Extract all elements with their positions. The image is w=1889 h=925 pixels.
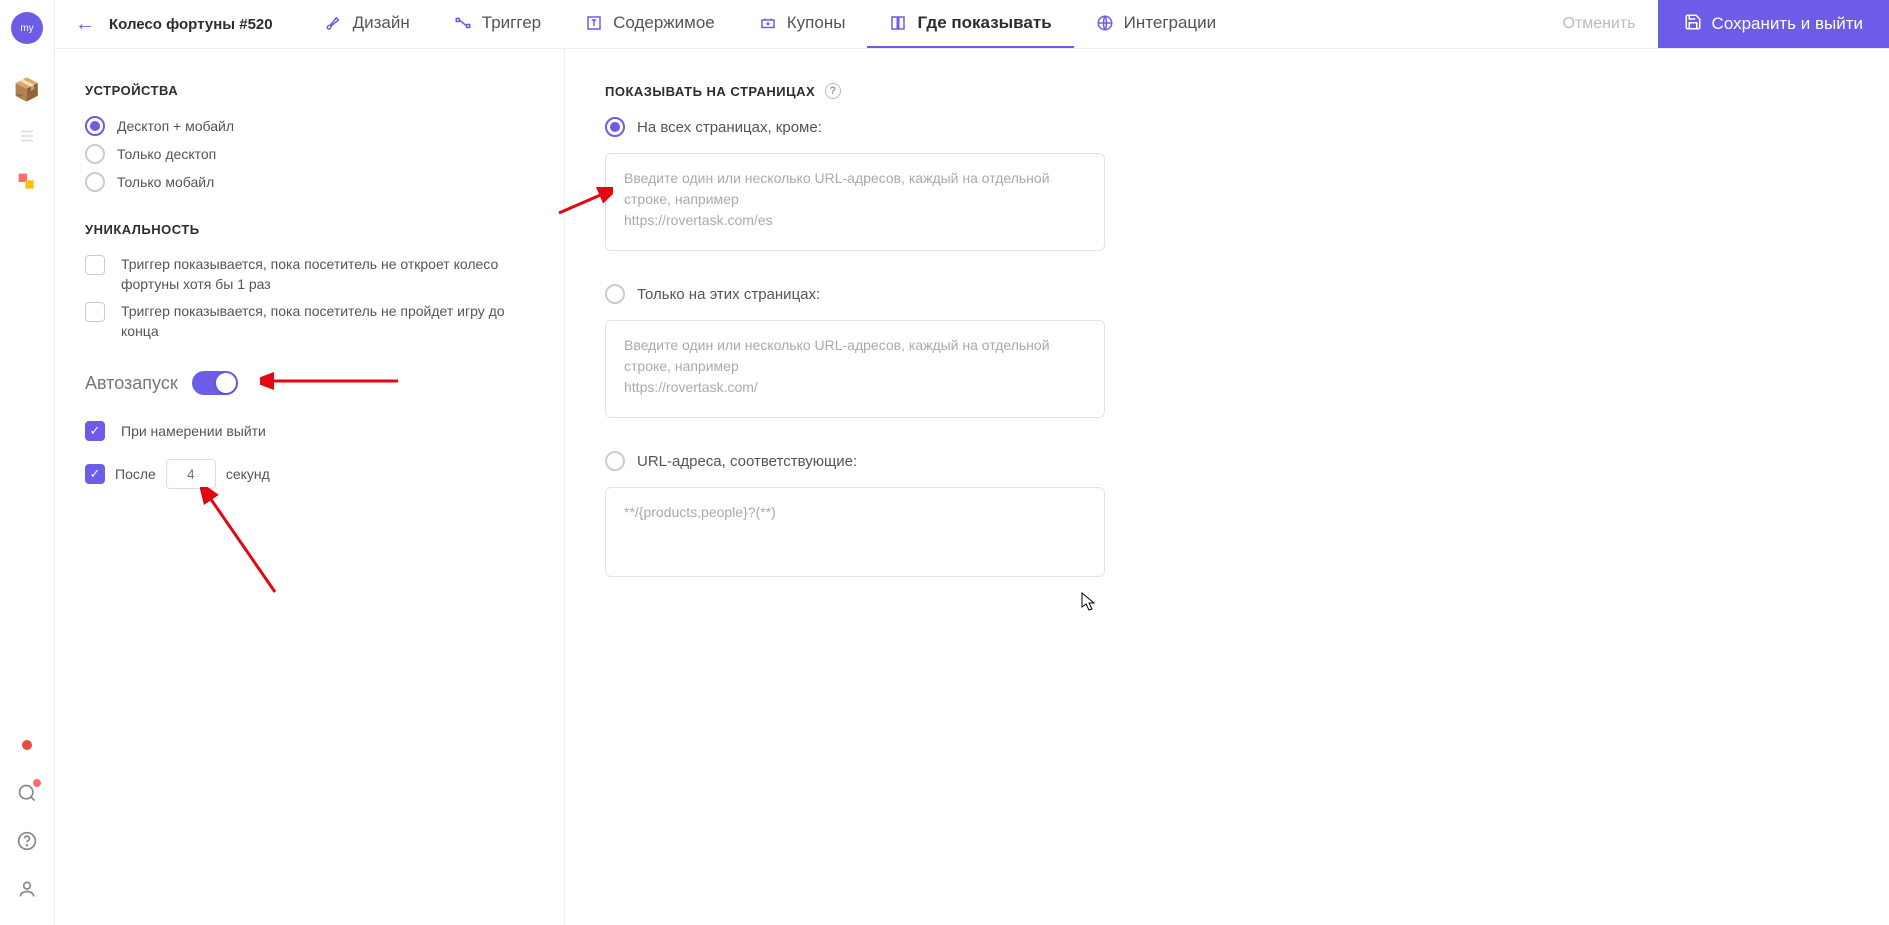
checkbox-label: Триггер показывается, пока посетитель не… xyxy=(121,302,524,341)
rail-help-icon[interactable] xyxy=(11,825,43,857)
tab-label: Купоны xyxy=(787,13,846,33)
radio-matching[interactable]: URL-адреса, соответствующие: xyxy=(605,451,1849,471)
back-arrow-icon[interactable]: ← xyxy=(75,13,95,36)
radio-label: Только на этих страницах: xyxy=(637,286,820,303)
uniqueness-title: УНИКАЛЬНОСТЬ xyxy=(85,222,524,237)
cursor-icon xyxy=(1081,592,1097,612)
radio-desktop-mobile[interactable]: Десктоп + мобайл xyxy=(85,116,524,136)
all-except-textarea[interactable] xyxy=(605,153,1105,251)
tab-label: Дизайн xyxy=(353,13,410,33)
settings-column: УСТРОЙСТВА Десктоп + мобайл Только дескт… xyxy=(55,49,565,925)
rail-chat-icon[interactable] xyxy=(11,777,43,809)
radio-icon xyxy=(605,117,625,137)
layout-icon xyxy=(889,14,907,32)
after-prefix: После xyxy=(115,465,156,485)
rail-alert-icon[interactable] xyxy=(11,729,43,761)
seconds-input[interactable] xyxy=(166,459,216,489)
cancel-button[interactable]: Отменить xyxy=(1540,0,1657,48)
checkbox-exit-intent[interactable]: ✓ xyxy=(85,421,105,441)
checkbox-label: Триггер показывается, пока посетитель не… xyxy=(121,255,524,294)
tab-trigger[interactable]: Триггер xyxy=(432,0,563,48)
tab-label: Где показывать xyxy=(917,13,1051,33)
left-rail: my 📦 xyxy=(0,0,55,925)
checkbox-open-once[interactable] xyxy=(85,255,105,275)
only-these-textarea[interactable] xyxy=(605,320,1105,418)
radio-icon xyxy=(85,172,105,192)
radio-mobile-only[interactable]: Только мобайл xyxy=(85,172,524,192)
rail-user-icon[interactable] xyxy=(11,873,43,905)
avatar[interactable]: my xyxy=(11,12,43,44)
topbar: ← Колесо фортуны #520 Дизайн Триггер Сод… xyxy=(55,0,1889,49)
tab-coupons[interactable]: Купоны xyxy=(737,0,868,48)
text-icon xyxy=(585,14,603,32)
rail-box-icon[interactable]: 📦 xyxy=(11,74,43,106)
page-title: Колесо фортуны #520 xyxy=(109,16,273,33)
checkbox-label: При намерении выйти xyxy=(121,422,266,442)
rail-list-icon[interactable] xyxy=(11,120,43,152)
radio-label: На всех страницах, кроме: xyxy=(637,119,822,136)
radio-label: Только мобайл xyxy=(117,174,214,190)
radio-label: Только десктоп xyxy=(117,146,216,162)
help-icon[interactable]: ? xyxy=(825,83,841,99)
rail-apps-icon[interactable] xyxy=(11,166,43,198)
radio-all-except[interactable]: На всех страницах, кроме: xyxy=(605,117,1849,137)
tab-content[interactable]: Содержимое xyxy=(563,0,737,48)
radio-icon xyxy=(85,144,105,164)
brush-icon xyxy=(325,14,343,32)
pages-column: ПОКАЗЫВАТЬ НА СТРАНИЦАХ ? На всех страни… xyxy=(565,49,1889,925)
trigger-icon xyxy=(454,14,472,32)
show-on-pages-title: ПОКАЗЫВАТЬ НА СТРАНИЦАХ xyxy=(605,84,815,99)
autostart-toggle[interactable] xyxy=(192,371,238,395)
save-icon xyxy=(1684,13,1702,36)
checkbox-after-seconds[interactable]: ✓ xyxy=(85,464,105,484)
radio-only-these[interactable]: Только на этих страницах: xyxy=(605,284,1849,304)
tab-label: Триггер xyxy=(482,13,541,33)
tab-label: Интеграции xyxy=(1124,13,1217,33)
annotation-arrow xyxy=(260,369,400,393)
matching-textarea[interactable] xyxy=(605,487,1105,577)
checkbox-finish-game[interactable] xyxy=(85,302,105,322)
radio-label: URL-адреса, соответствующие: xyxy=(637,453,857,470)
tab-label: Содержимое xyxy=(613,13,715,33)
devices-title: УСТРОЙСТВА xyxy=(85,83,524,98)
after-suffix: секунд xyxy=(226,465,270,485)
tab-integrations[interactable]: Интеграции xyxy=(1074,0,1239,48)
radio-desktop-only[interactable]: Только десктоп xyxy=(85,144,524,164)
annotation-arrow xyxy=(200,487,280,597)
save-button[interactable]: Сохранить и выйти xyxy=(1658,0,1889,48)
save-label: Сохранить и выйти xyxy=(1712,14,1863,34)
autostart-label: Автозапуск xyxy=(85,373,178,394)
radio-icon xyxy=(605,451,625,471)
tab-where[interactable]: Где показывать xyxy=(867,0,1073,48)
tab-design[interactable]: Дизайн xyxy=(303,0,432,48)
coupon-icon xyxy=(759,14,777,32)
radio-icon xyxy=(85,116,105,136)
radio-icon xyxy=(605,284,625,304)
globe-icon xyxy=(1096,14,1114,32)
radio-label: Десктоп + мобайл xyxy=(117,118,234,134)
